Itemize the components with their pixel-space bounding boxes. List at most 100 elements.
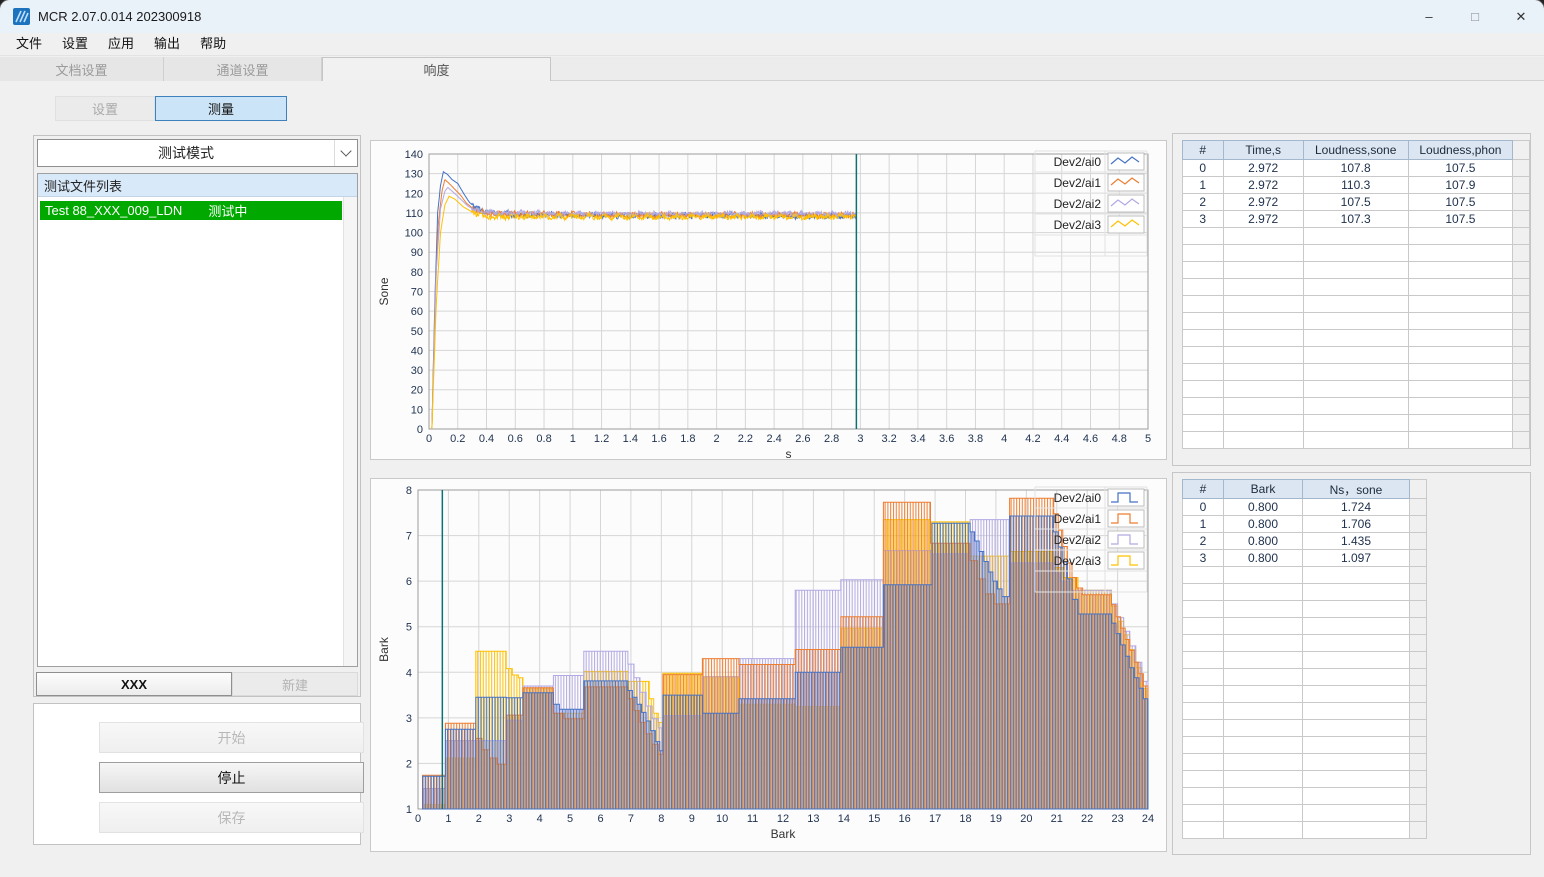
menu-help[interactable]: 帮助 [190,33,236,55]
test-mode-dropdown[interactable]: 测试模式 [37,139,358,167]
svg-text:20: 20 [411,385,423,397]
stop-button[interactable]: 停止 [99,762,364,793]
table-cell: 0.800 [1223,498,1303,516]
specific-loudness-chart[interactable]: 0 1 2 3 4 5 6 7 8 9 10 11 12 13 14 15 16 17 18 19 20 21 22 23 24… [371,479,1168,853]
svg-text:Dev2/ai3: Dev2/ai3 [1054,554,1102,568]
table-cell [1182,651,1224,669]
table-cell [1182,685,1224,703]
loudness-time-chart[interactable]: 0 0.2 0.4 0.6 0.8 1 1.2 1.4 1.6 1.8 2 2.2 2.4 2.6 2.8 3… [371,141,1168,461]
table-cell [1223,736,1303,754]
svg-text:Dev2/ai0: Dev2/ai0 [1054,155,1102,169]
table-row[interactable]: 3 0.800 1.097 [1182,549,1427,567]
table-row [1182,346,1530,364]
menu-file[interactable]: 文件 [6,33,52,55]
tab-loudness[interactable]: 响度 [322,57,551,81]
svg-text:Dev2/ai2: Dev2/ai2 [1054,533,1102,547]
xxx-button[interactable]: XXX [36,672,232,696]
table-row [1182,719,1427,737]
table-gutter [1409,719,1427,737]
table-cell: 1 [1182,515,1224,533]
table-row[interactable]: 3 2.972 107.3 107.5 [1182,210,1530,228]
close-button[interactable]: ✕ [1498,0,1544,33]
menu-application[interactable]: 应用 [98,33,144,55]
table-gutter [1512,210,1530,228]
svg-text:2.2: 2.2 [738,433,753,445]
table-cell [1407,329,1514,347]
table-cell: 3 [1182,210,1224,228]
table-cell [1223,787,1303,805]
minimize-button[interactable]: – [1406,0,1452,33]
table-cell [1182,617,1224,635]
table-cell [1302,668,1410,686]
table-cell: 3 [1182,549,1224,567]
table-cell [1302,804,1410,822]
svg-text:s: s [786,447,792,461]
table-cell [1222,227,1304,245]
table-row [1182,668,1427,686]
svg-text:0.4: 0.4 [479,433,494,445]
table-row[interactable]: 1 0.800 1.706 [1182,515,1427,533]
table-cell [1182,278,1224,296]
table-cell [1222,295,1304,313]
start-button[interactable]: 开始 [99,722,364,753]
table-row [1182,804,1427,822]
svg-text:0.8: 0.8 [536,433,551,445]
table-row [1182,363,1530,381]
table-cell [1407,278,1514,296]
svg-text:3: 3 [406,713,412,725]
table-row[interactable]: 2 0.800 1.435 [1182,532,1427,550]
list-scrollbar[interactable] [343,197,357,666]
bark-table-panel: # Bark Ns，sone 0 0.800 1.724 1 0.800 1.706 2 0.800… [1172,472,1531,855]
svg-text:3.2: 3.2 [882,433,897,445]
table-row[interactable]: 1 2.972 110.3 107.9 [1182,176,1530,194]
table-cell [1223,753,1303,771]
table-cell [1222,397,1304,415]
table-cell [1182,261,1224,279]
list-item-test-file[interactable]: Test 88_XXX_009_LDN 测试中 [40,201,342,220]
svg-text:14: 14 [838,813,850,825]
svg-text:100: 100 [405,228,423,240]
table-cell: 1.724 [1302,498,1410,516]
table-cell: 0.800 [1223,515,1303,533]
table-cell: 2.972 [1222,210,1304,228]
table-row[interactable]: 0 2.972 107.8 107.5 [1182,159,1530,177]
specific-loudness-chart-panel: 0 1 2 3 4 5 6 7 8 9 10 11 12 13 14 15 16 17 18 19 20 21 22 23 24… [370,478,1167,852]
tab-document-settings[interactable]: 文档设置 [0,57,164,81]
measure-subtab-button[interactable]: 测量 [155,96,287,121]
table-cell [1407,363,1514,381]
table-cell [1302,634,1410,652]
save-button[interactable]: 保存 [99,802,364,833]
table-cell [1407,295,1514,313]
table-row [1182,414,1530,432]
table-cell [1223,583,1303,601]
settings-subtab-button[interactable]: 设置 [55,96,155,121]
table-cell [1407,346,1514,364]
table-cell: 1.097 [1302,549,1410,567]
test-file-status: 测试中 [208,204,248,219]
tab-channel-settings[interactable]: 通道设置 [164,57,322,81]
svg-text:60: 60 [411,306,423,318]
svg-text:16: 16 [899,813,911,825]
table-row [1182,566,1427,584]
chevron-down-icon[interactable] [334,140,357,166]
new-button[interactable]: 新建 [232,672,358,696]
svg-text:4.2: 4.2 [1025,433,1040,445]
table-cell [1182,329,1224,347]
column-header: Loudness,sone [1302,140,1409,160]
table-gutter [1512,397,1530,415]
table-gutter [1512,159,1530,177]
table-cell [1302,295,1409,313]
menu-output[interactable]: 输出 [144,33,190,55]
table-cell [1223,770,1303,788]
table-cell: 0 [1182,498,1224,516]
svg-text:2.8: 2.8 [824,433,839,445]
menu-settings[interactable]: 设置 [52,33,98,55]
maximize-button[interactable]: □ [1452,0,1498,33]
window-title: MCR 2.07.0.014 202300918 [38,9,202,24]
table-row [1182,431,1530,449]
table-cell [1302,380,1409,398]
table-gutter [1512,295,1530,313]
svg-text:Bark: Bark [377,636,391,662]
table-row[interactable]: 0 0.800 1.724 [1182,498,1427,516]
table-row[interactable]: 2 2.972 107.5 107.5 [1182,193,1530,211]
